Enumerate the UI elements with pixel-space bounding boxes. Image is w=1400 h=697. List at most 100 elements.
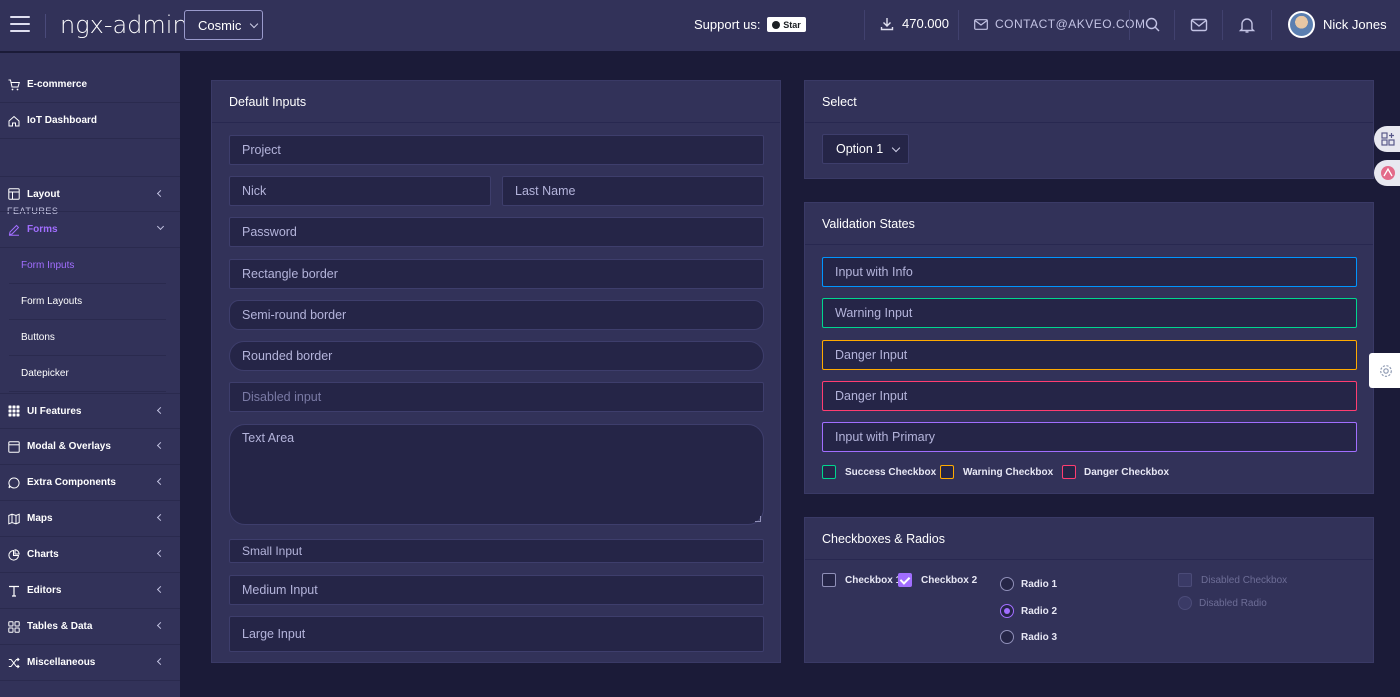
large-input[interactable]: Large Input xyxy=(229,616,764,652)
downloads-counter[interactable]: 470.000 xyxy=(880,16,949,31)
success-checkbox[interactable] xyxy=(822,465,836,479)
sidebar-item-editors[interactable]: Editors xyxy=(0,573,180,609)
sidebar-item-maps[interactable]: Maps xyxy=(0,501,180,537)
card-title: Select xyxy=(805,81,1373,123)
last-name-input[interactable]: Last Name xyxy=(502,176,764,206)
brand-logo[interactable]: ngx-admin xyxy=(60,11,188,39)
contact-label: CONTACT@AKVEO.COM xyxy=(995,17,1146,31)
contact-link[interactable]: CONTACT@AKVEO.COM xyxy=(974,17,1145,31)
search-icon[interactable] xyxy=(1144,16,1162,34)
disabled-radio xyxy=(1178,596,1192,610)
rounded-border-input[interactable]: Rounded border xyxy=(229,341,764,371)
semi-round-border-input[interactable]: Semi-round border xyxy=(229,300,764,330)
sidebar-item-label: Maps xyxy=(27,513,53,524)
radio-2-label: Radio 2 xyxy=(1021,606,1058,617)
disabled-radio-label: Disabled Radio xyxy=(1199,598,1267,609)
resize-handle-icon[interactable] xyxy=(755,516,761,522)
sidebar-item-label: IoT Dashboard xyxy=(27,115,98,126)
primary-input[interactable]: Input with Primary xyxy=(822,422,1357,452)
disabled-input: Disabled input xyxy=(229,382,764,412)
chevron-left-icon xyxy=(156,189,165,198)
eva-logo-button[interactable] xyxy=(1374,160,1400,186)
info-input[interactable]: Input with Info xyxy=(822,257,1357,287)
sidebar-item-label: Form Layouts xyxy=(21,296,83,307)
sidebar-item-iot-dashboard[interactable]: IoT Dashboard xyxy=(0,103,180,139)
warning-checkbox[interactable] xyxy=(940,465,954,479)
sidebar-item-charts[interactable]: Charts xyxy=(0,537,180,573)
chevron-down-icon xyxy=(156,222,165,231)
sidebar-item-label: UI Features xyxy=(27,405,82,417)
radio-2[interactable] xyxy=(1000,604,1014,618)
disabled-checkbox-label: Disabled Checkbox xyxy=(1201,575,1288,586)
divider xyxy=(1222,10,1223,40)
shuffle-icon xyxy=(8,657,20,668)
github-star-button[interactable]: Star xyxy=(767,17,806,32)
checkbox-1[interactable] xyxy=(822,573,836,587)
danger-checkbox[interactable] xyxy=(1062,465,1076,479)
sidebar: E-commerce IoT Dashboard FEATURES Layout… xyxy=(0,53,180,697)
layout-icon xyxy=(8,188,20,200)
warning-checkbox-label: Warning Checkbox xyxy=(963,467,1054,478)
user-name: Nick Jones xyxy=(1323,17,1387,32)
downloads-value: 470.000 xyxy=(902,16,949,31)
keypad-icon xyxy=(8,405,20,417)
danger-input[interactable]: Danger Input xyxy=(822,340,1357,370)
mail-icon[interactable] xyxy=(1190,16,1208,34)
checkbox-2-label: Checkbox 2 xyxy=(921,575,978,586)
github-icon xyxy=(772,20,781,29)
sidebar-item-datepicker[interactable]: Datepicker xyxy=(9,356,166,392)
theme-select[interactable]: Cosmic xyxy=(184,10,263,40)
gear-icon xyxy=(1380,365,1392,377)
sidebar-item-ui-features[interactable]: UI Features xyxy=(0,393,180,429)
sidebar-item-label: Forms xyxy=(27,224,58,235)
avatar xyxy=(1288,11,1315,38)
radio-1[interactable] xyxy=(1000,577,1014,591)
chevron-left-icon xyxy=(156,657,165,666)
layout-widget-button[interactable] xyxy=(1374,126,1400,152)
eva-logo-icon xyxy=(1381,166,1395,180)
sidebar-item-form-layouts[interactable]: Form Layouts xyxy=(9,284,166,320)
home-icon xyxy=(8,115,20,126)
project-input[interactable]: Project xyxy=(229,135,764,165)
checkbox-2[interactable] xyxy=(898,573,912,587)
sidebar-item-tables-data[interactable]: Tables & Data xyxy=(0,609,180,645)
sidebar-item-form-inputs[interactable]: Form Inputs xyxy=(9,248,166,284)
divider xyxy=(864,10,865,40)
card-title: Checkboxes & Radios xyxy=(805,518,1373,560)
sidebar-item-label: Extra Components xyxy=(27,477,116,488)
menu-toggle-icon[interactable] xyxy=(10,16,30,34)
divider xyxy=(1129,10,1130,40)
message-icon xyxy=(8,476,20,488)
password-input[interactable]: Password xyxy=(229,217,764,247)
sidebar-item-label: Datepicker xyxy=(21,368,69,379)
bell-icon[interactable] xyxy=(1238,16,1256,34)
sidebar-item-modal-overlays[interactable]: Modal & Overlays xyxy=(0,429,180,465)
chevron-left-icon xyxy=(156,477,165,486)
nick-input[interactable]: Nick xyxy=(229,176,491,206)
chevron-down-icon xyxy=(892,143,901,152)
star-label: Star xyxy=(783,19,801,30)
pie-chart-icon xyxy=(8,548,20,561)
sidebar-item-miscellaneous[interactable]: Miscellaneous xyxy=(0,645,180,681)
small-input[interactable]: Small Input xyxy=(229,539,764,563)
user-menu[interactable]: Nick Jones xyxy=(1288,11,1387,38)
rectangle-border-input[interactable]: Rectangle border xyxy=(229,259,764,289)
sidebar-item-extra-components[interactable]: Extra Components xyxy=(0,465,180,501)
option-select[interactable]: Option 1 xyxy=(822,134,909,164)
divider xyxy=(1174,10,1175,40)
warning-input[interactable]: Warning Input xyxy=(822,298,1357,328)
danger-input-2[interactable]: Danger Input xyxy=(822,381,1357,411)
sidebar-item-buttons[interactable]: Buttons xyxy=(9,320,166,356)
grid-icon xyxy=(8,620,20,633)
settings-button[interactable] xyxy=(1369,353,1400,388)
chevron-left-icon xyxy=(156,585,165,594)
radio-3[interactable] xyxy=(1000,630,1014,644)
text-area-placeholder: Text Area xyxy=(242,431,295,445)
card-title: Default Inputs xyxy=(212,81,780,123)
medium-input[interactable]: Medium Input xyxy=(229,575,764,605)
validation-states-card: Validation States Input with Info Warnin… xyxy=(804,202,1374,494)
sidebar-item-forms[interactable]: Forms xyxy=(0,212,180,248)
sidebar-item-layout[interactable]: Layout xyxy=(0,176,180,212)
sidebar-item-ecommerce[interactable]: E-commerce xyxy=(0,67,180,103)
text-area[interactable]: Text Area xyxy=(229,424,764,525)
